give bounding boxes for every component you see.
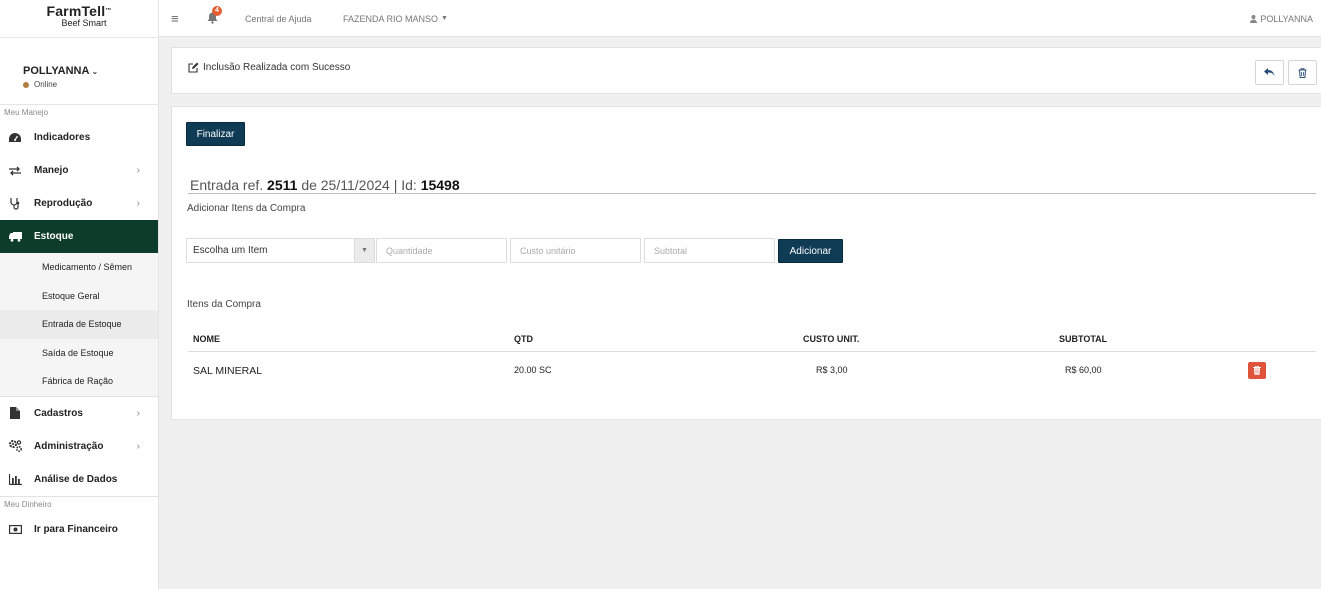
cell-nome: SAL MINERAL — [193, 365, 263, 377]
help-link[interactable]: Central de Ajuda — [245, 0, 312, 37]
logo[interactable]: FarmTell™ Beef Smart — [0, 0, 158, 37]
chevron-right-icon: › — [136, 165, 140, 176]
item-select-value: Escolha um Item — [193, 245, 268, 256]
submenu-item-medicamento[interactable]: Medicamento / Sêmen — [0, 253, 158, 282]
bar-chart-icon — [8, 472, 22, 486]
dashboard-icon — [8, 131, 22, 145]
subtotal-input[interactable]: Subtotal — [644, 238, 775, 263]
items-table-title: Itens da Compra — [187, 299, 261, 310]
user-box: POLLYANNA ⌄ Online — [0, 37, 158, 105]
unit-cost-input[interactable]: Custo unitário — [510, 238, 641, 263]
quantity-placeholder: Quantidade — [386, 245, 433, 256]
caret-down-icon: ▼ — [354, 239, 374, 262]
sidebar: FarmTell™ Beef Smart POLLYANNA ⌄ Online M… — [0, 0, 159, 589]
entry-id: 15498 — [420, 177, 460, 193]
back-button[interactable] — [1255, 60, 1284, 85]
message-panel: Inclusão Realizada com Sucesso — [171, 47, 1321, 94]
farm-name: FAZENDA RIO MANSO — [343, 13, 439, 24]
cell-subtotal: R$ 60,00 — [1065, 365, 1102, 375]
sidebar-item-label: Indicadores — [34, 132, 91, 143]
sidebar-item-financeiro[interactable]: Ir para Financeiro — [0, 513, 158, 546]
top-bar: ≡ 4 Central de Ajuda FAZENDA RIO MANSO ▼… — [159, 0, 1321, 37]
column-header-subtotal: SUBTOTAL — [1059, 334, 1108, 344]
reply-icon — [1264, 68, 1275, 77]
sidebar-item-label: Estoque — [34, 231, 74, 242]
brand-tm: ™ — [105, 8, 112, 14]
unit-cost-placeholder: Custo unitário — [520, 245, 576, 256]
success-message: Inclusão Realizada com Sucesso — [203, 62, 351, 73]
user-icon — [1250, 14, 1258, 23]
add-items-title: Adicionar Itens da Compra — [187, 203, 306, 214]
delete-entry-button[interactable] — [1288, 60, 1317, 85]
submenu-item-entrada-estoque[interactable]: Entrada de Estoque — [0, 310, 158, 339]
hamburger-menu-button[interactable]: ≡ — [171, 0, 179, 37]
farm-selector[interactable]: FAZENDA RIO MANSO ▼ — [343, 0, 448, 37]
money-icon — [8, 522, 22, 536]
sidebar-item-estoque[interactable]: Estoque — [0, 220, 158, 253]
stethoscope-icon — [8, 197, 22, 211]
quantity-input[interactable]: Quantidade — [376, 238, 507, 263]
sidebar-item-label: Cadastros — [34, 407, 83, 419]
sidebar-item-label: Análise de Dados — [34, 473, 118, 485]
sidebar-item-cadastros[interactable]: Cadastros › — [0, 397, 158, 430]
brand-subtitle: Beef Smart — [61, 18, 107, 28]
sidebar-item-manejo[interactable]: Manejo › — [0, 154, 158, 187]
entry-date: de 25/11/2024 | Id: — [301, 177, 417, 193]
chevron-right-icon: › — [136, 440, 140, 452]
section-label-manejo: Meu Manejo — [4, 108, 49, 117]
column-header-custo: CUSTO UNIT. — [803, 334, 860, 344]
cell-custo: R$ 3,00 — [816, 365, 848, 375]
cell-qtd: 20.00 SC — [514, 365, 552, 375]
sidebar-item-indicadores[interactable]: Indicadores — [0, 121, 158, 154]
column-header-qtd: QTD — [514, 334, 533, 344]
notifications-button[interactable]: 4 — [207, 0, 222, 37]
sidebar-item-label: Administração — [34, 440, 104, 452]
add-item-button[interactable]: Adicionar — [778, 239, 843, 263]
sidebar-item-label: Ir para Financeiro — [34, 523, 118, 535]
entry-title: Entrada ref. 2511 de 25/11/2024 | Id: 15… — [190, 177, 460, 193]
delete-item-button[interactable] — [1248, 362, 1266, 379]
sidebar-item-reproducao[interactable]: Reprodução › — [0, 187, 158, 220]
table-header-divider — [188, 351, 1316, 352]
submenu-item-saida-estoque[interactable]: Saída de Estoque — [0, 339, 158, 368]
user-status: Online — [23, 80, 158, 89]
menu-icon: ≡ — [171, 11, 179, 26]
top-user-menu[interactable]: POLLYANNA — [1250, 0, 1313, 37]
section-label-dinheiro: Meu Dinheiro — [4, 499, 52, 509]
file-icon — [8, 406, 22, 420]
title-divider — [188, 193, 1316, 194]
sidebar-item-label: Manejo — [34, 165, 69, 176]
user-menu[interactable]: POLLYANNA ⌄ — [23, 65, 158, 77]
main-panel: Finalizar Entrada ref. 2511 de 25/11/202… — [171, 106, 1321, 420]
user-name: POLLYANNA — [23, 65, 90, 77]
gears-icon — [8, 439, 22, 453]
column-header-nome: NOME — [193, 334, 220, 344]
item-select[interactable]: Escolha um Item ▼ — [186, 238, 375, 263]
notification-badge: 4 — [212, 5, 222, 16]
exchange-icon — [8, 164, 22, 178]
sidebar-item-label: Reprodução — [34, 198, 93, 209]
edit-icon — [188, 62, 199, 73]
submenu-item-estoque-geral[interactable]: Estoque Geral — [0, 282, 158, 311]
sidebar-item-administracao[interactable]: Administração › — [0, 430, 158, 463]
subtotal-placeholder: Subtotal — [654, 245, 688, 256]
top-user-name: POLLYANNA — [1260, 13, 1313, 24]
brand-name: FarmTell — [46, 3, 106, 19]
chevron-right-icon: › — [136, 198, 140, 209]
user-status-text: Online — [34, 80, 58, 89]
entry-prefix: Entrada ref. — [190, 177, 264, 193]
entry-ref: 2511 — [267, 177, 298, 193]
caret-down-icon: ▼ — [441, 15, 448, 22]
trash-icon — [1253, 366, 1261, 375]
status-dot — [23, 81, 29, 88]
sidebar-item-analise-dados[interactable]: Análise de Dados — [0, 463, 158, 496]
chevron-right-icon: › — [136, 407, 140, 419]
finalize-button[interactable]: Finalizar — [186, 122, 245, 146]
estoque-submenu: Medicamento / Sêmen Estoque Geral Entrad… — [0, 253, 158, 396]
trash-icon — [1298, 67, 1307, 78]
chevron-down-icon: ⌄ — [91, 67, 99, 76]
submenu-item-fabrica-racao[interactable]: Fábrica de Ração — [0, 367, 158, 396]
truck-icon — [8, 230, 22, 244]
